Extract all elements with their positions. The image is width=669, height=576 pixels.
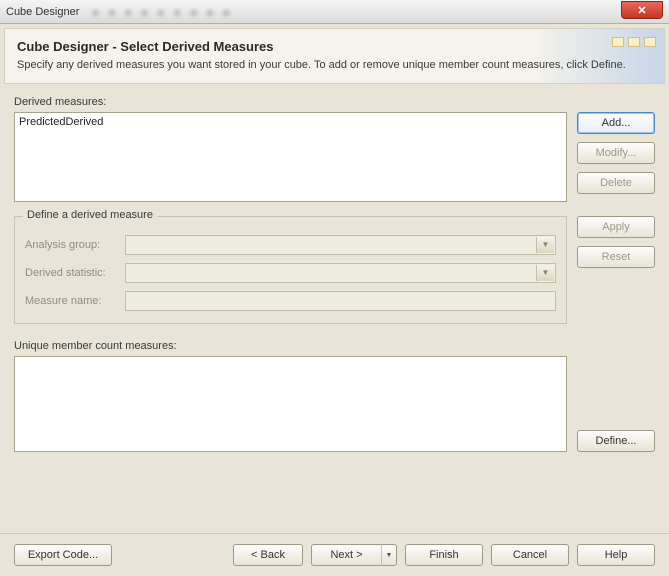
toolbar-blurred-icons: ● ● ● ● ● ● ● ● ● <box>91 4 232 20</box>
derived-statistic-combo[interactable]: ▼ <box>125 263 556 283</box>
next-menu-button[interactable]: ▼ <box>381 544 397 566</box>
define-measure-group: Define a derived measure Analysis group:… <box>14 216 567 324</box>
wizard-description: Specify any derived measures you want st… <box>17 58 652 73</box>
analysis-group-label: Analysis group: <box>25 239 125 251</box>
derived-measures-label: Derived measures: <box>14 96 655 108</box>
derived-measures-listbox[interactable]: PredictedDerived <box>14 112 567 202</box>
cancel-button[interactable]: Cancel <box>491 544 569 566</box>
chevron-down-icon: ▼ <box>536 265 554 281</box>
content-area: Derived measures: PredictedDerived Add..… <box>0 88 669 452</box>
finish-button[interactable]: Finish <box>405 544 483 566</box>
wizard-footer: Export Code... < Back Next > ▼ Finish Ca… <box>0 533 669 576</box>
measure-name-input[interactable] <box>126 292 555 310</box>
delete-button[interactable]: Delete <box>577 172 655 194</box>
list-item[interactable]: PredictedDerived <box>19 115 562 129</box>
close-icon: ✕ <box>637 4 646 17</box>
analysis-group-combo[interactable]: ▼ <box>125 235 556 255</box>
export-code-button[interactable]: Export Code... <box>14 544 112 566</box>
chevron-down-icon: ▼ <box>386 552 393 559</box>
wizard-title: Cube Designer - Select Derived Measures <box>17 39 652 54</box>
window-close-button[interactable]: ✕ <box>621 1 663 19</box>
titlebar: Cube Designer ● ● ● ● ● ● ● ● ● ✕ <box>0 0 669 24</box>
window-title: Cube Designer <box>6 6 79 18</box>
modify-button[interactable]: Modify... <box>577 142 655 164</box>
derived-statistic-label: Derived statistic: <box>25 267 125 279</box>
add-button[interactable]: Add... <box>577 112 655 134</box>
measure-name-field[interactable] <box>125 291 556 311</box>
header-decor-squares <box>612 37 656 47</box>
unique-measures-listbox[interactable] <box>14 356 567 452</box>
apply-button[interactable]: Apply <box>577 216 655 238</box>
chevron-down-icon: ▼ <box>536 237 554 253</box>
help-button[interactable]: Help <box>577 544 655 566</box>
define-button[interactable]: Define... <box>577 430 655 452</box>
next-button-group: Next > ▼ <box>311 544 397 566</box>
reset-button[interactable]: Reset <box>577 246 655 268</box>
next-button[interactable]: Next > <box>311 544 381 566</box>
define-measure-legend: Define a derived measure <box>23 209 157 221</box>
wizard-header: Cube Designer - Select Derived Measures … <box>4 28 665 84</box>
unique-measures-label: Unique member count measures: <box>14 340 655 352</box>
back-button[interactable]: < Back <box>233 544 303 566</box>
measure-name-label: Measure name: <box>25 295 125 307</box>
